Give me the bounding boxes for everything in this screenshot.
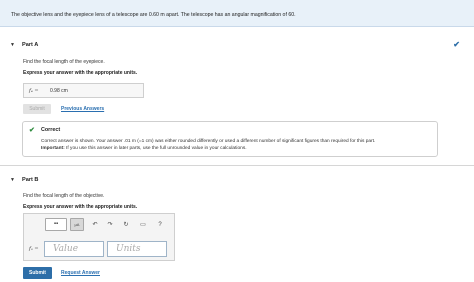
help-icon[interactable]: ?	[155, 220, 165, 231]
part-b-question: Find the focal length of the objective.	[23, 193, 105, 199]
answer-label: fₑ =	[29, 88, 39, 94]
part-b-submit-button[interactable]: Submit	[23, 267, 52, 279]
part-a-question: Find the focal length of the eyepiece.	[23, 59, 105, 65]
correct-check-icon: ✔	[29, 127, 35, 134]
units-input[interactable]: Units	[107, 241, 167, 257]
divider	[0, 165, 474, 166]
important-text: If you use this answer in later parts, u…	[64, 146, 247, 151]
answer-editor: ▪▪ μA ↶ ↷ ↻ ▭ ? fₒ = Value Units	[23, 213, 175, 261]
feedback-important: Important: If you use this answer in lat…	[41, 146, 247, 151]
reset-icon[interactable]: ↻	[121, 220, 131, 231]
part-b-header[interactable]: ▼ Part B	[0, 175, 474, 186]
part-b-instruction: Express your answer with the appropriate…	[23, 204, 138, 210]
problem-statement: The objective lens and the eyepiece lens…	[11, 12, 296, 18]
answer-row: fₒ = Value Units	[24, 238, 174, 260]
redo-icon[interactable]: ↷	[105, 220, 115, 231]
part-b-title: Part B	[22, 177, 39, 183]
problem-statement-banner: The objective lens and the eyepiece lens…	[0, 0, 474, 27]
feedback-message: Correct answer is shown. Your answer .01…	[41, 139, 376, 144]
units-button[interactable]: μA	[70, 218, 84, 231]
previous-answers-link[interactable]: Previous Answers	[61, 106, 104, 112]
feedback-box: ✔ Correct Correct answer is shown. Your …	[22, 121, 438, 157]
request-answer-link[interactable]: Request Answer	[61, 270, 100, 276]
collapse-triangle-icon[interactable]: ▼	[10, 42, 15, 48]
collapse-triangle-icon[interactable]: ▼	[10, 177, 15, 183]
editor-toolbar: ▪▪ μA ↶ ↷ ↻ ▭ ?	[24, 214, 174, 236]
keyboard-icon[interactable]: ▭	[137, 220, 149, 231]
value-input[interactable]: Value	[44, 241, 104, 257]
important-label: Important:	[41, 146, 65, 151]
checkmark-icon: ✔	[453, 40, 460, 49]
part-a-answer-box: fₑ = 0.98 cm	[23, 83, 144, 98]
part-a-title: Part A	[22, 42, 39, 48]
templates-button[interactable]: ▪▪	[45, 218, 67, 231]
feedback-title: Correct	[41, 127, 61, 133]
part-a-submit-button[interactable]: Submit	[23, 104, 51, 114]
part-a-instruction: Express your answer with the appropriate…	[23, 70, 138, 76]
undo-icon[interactable]: ↶	[90, 220, 100, 231]
part-a-header[interactable]: ▼ Part A ✔	[0, 40, 474, 51]
answer-label: fₒ =	[29, 246, 39, 252]
answer-value: 0.98 cm	[50, 88, 68, 94]
